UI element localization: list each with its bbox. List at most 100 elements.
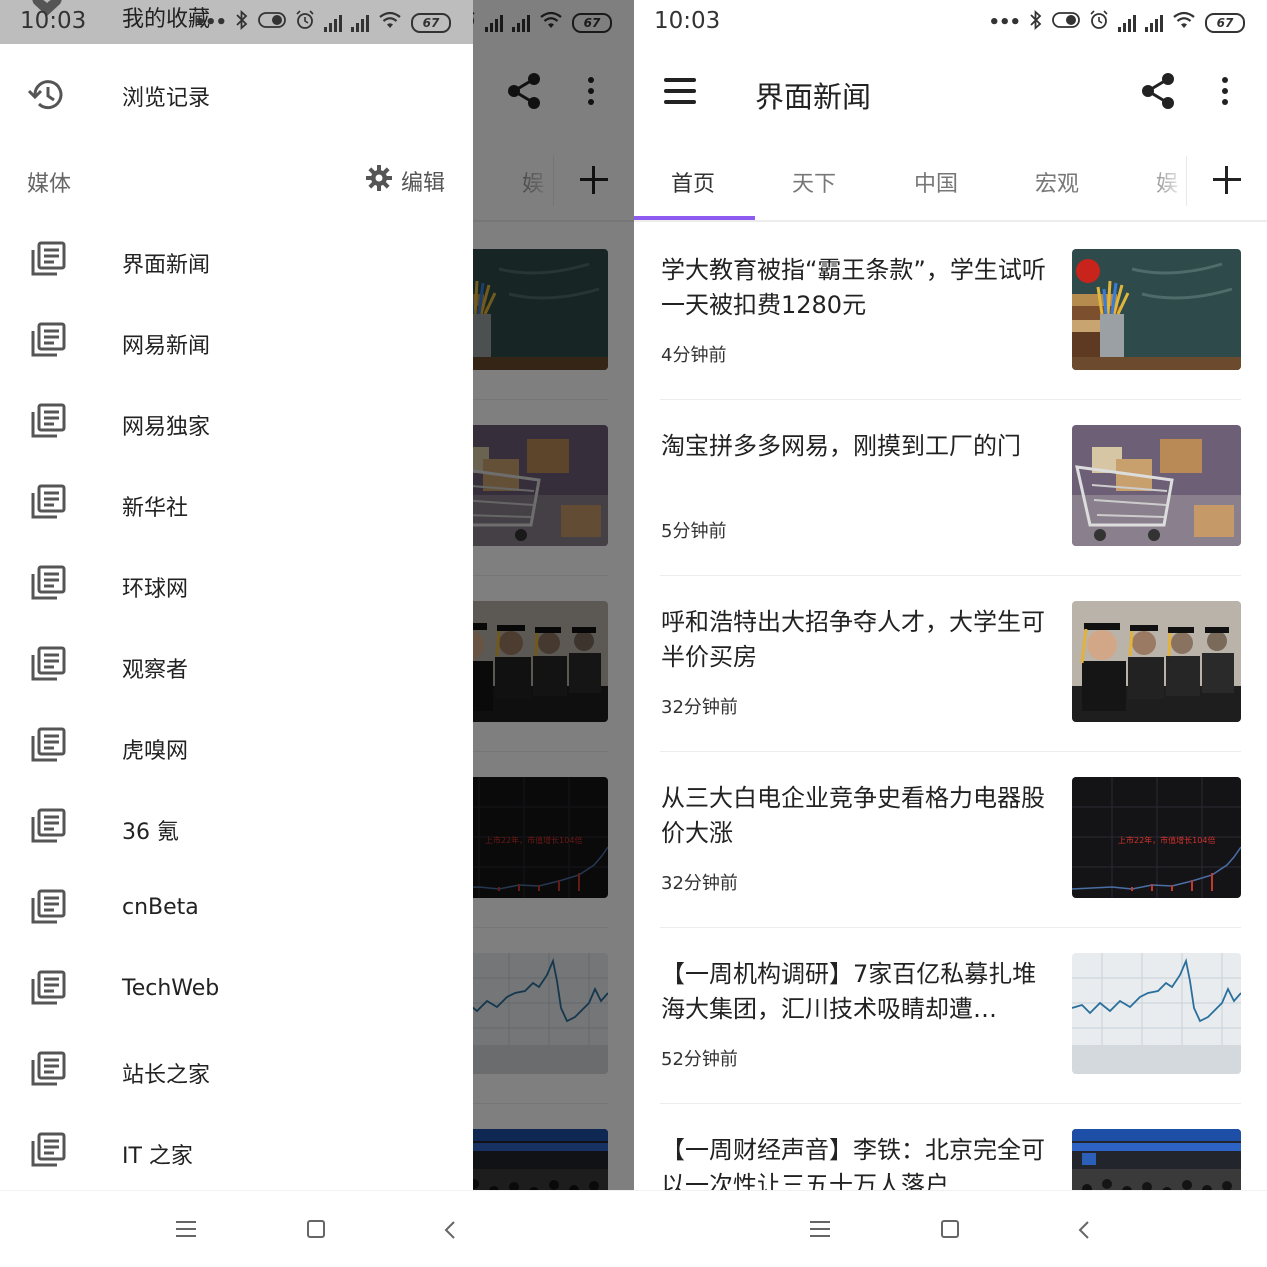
news-title: 学大教育被指“霸王条款”，学生试听一天被扣费1280元 [661, 256, 1046, 319]
signal-icon [324, 14, 342, 32]
library-books-icon [30, 727, 66, 767]
media-item[interactable]: 网易新闻 [0, 306, 473, 387]
square-home-icon[interactable] [941, 1220, 959, 1238]
news-time: 32分钟前 [661, 697, 738, 718]
news-title: 【一周财经声音】李铁：北京完全可以一次性让三五十万人落户 [661, 1136, 1045, 1190]
train-station-crowd-image [1072, 1129, 1241, 1190]
stock-chart-image: 上市22年，市值增长104倍 [1072, 777, 1241, 898]
system-nav-bar [0, 1190, 634, 1267]
back-chevron-icon[interactable] [443, 1220, 457, 1244]
media-item[interactable]: cnBeta [0, 873, 473, 954]
status-time: 10:03 [20, 8, 87, 34]
media-label: 观察者 [122, 658, 189, 683]
more-dots-icon: ••• [194, 12, 227, 33]
chart-caption: 上市22年，市值增长104倍 [1118, 835, 1215, 845]
library-books-icon [30, 1132, 66, 1172]
alarm-icon [295, 10, 315, 35]
status-bar: 10:03 ••• 67 [634, 0, 1267, 44]
menu-lines-icon[interactable] [810, 1221, 830, 1242]
media-label: 36 氪 [122, 820, 179, 845]
media-item[interactable]: 站长之家 [0, 1035, 473, 1116]
hamburger-icon[interactable] [664, 78, 696, 104]
media-item[interactable]: 环球网 [0, 549, 473, 630]
bluetooth-icon [1029, 9, 1043, 35]
tab-fade [1147, 142, 1187, 220]
media-item[interactable]: 网易独家 [0, 387, 473, 468]
media-label: 虎嗅网 [122, 739, 189, 764]
library-books-icon [30, 565, 66, 605]
news-title: 【一周机构调研】7家百亿私募扎堆海大集团，汇川技术吸睛却遭… [661, 960, 1037, 1023]
media-label: TechWeb [122, 976, 220, 1001]
media-item[interactable]: 界面新闻 [0, 225, 473, 306]
share-icon[interactable] [1140, 72, 1176, 114]
signal-icon [351, 14, 369, 32]
news-time: 32分钟前 [661, 873, 738, 894]
left-screen: 10:03 ••• 67 界面新闻 首页 [0, 0, 634, 1267]
history-label: 浏览记录 [122, 86, 211, 111]
toggle-icon [258, 11, 286, 34]
edit-button[interactable]: 编辑 [365, 165, 445, 197]
battery-icon: 67 [1205, 12, 1245, 33]
app-bar: 界面新闻 [634, 44, 1267, 142]
news-item[interactable]: 呼和浩特出大招争夺人才，大学生可半价买房 32分钟前 [660, 576, 1241, 752]
library-books-icon [30, 403, 66, 443]
square-home-icon[interactable] [307, 1220, 325, 1238]
tab-bar: 首页 天下 中国 宏观 娱 [634, 142, 1267, 222]
news-item[interactable]: 学大教育被指“霸王条款”，学生试听一天被扣费1280元 4分钟前 [660, 224, 1241, 400]
bluetooth-icon [235, 9, 249, 35]
tab-macro[interactable]: 宏观 [1035, 166, 1079, 198]
news-time: 5分钟前 [661, 521, 727, 542]
library-books-icon [30, 889, 66, 929]
media-item[interactable]: 36 氪 [0, 792, 473, 873]
media-item[interactable]: 虎嗅网 [0, 711, 473, 792]
library-books-icon [30, 970, 66, 1010]
library-books-icon [30, 808, 66, 848]
edit-label: 编辑 [400, 171, 445, 196]
section-title: 媒体 [27, 172, 72, 197]
back-chevron-icon[interactable] [1077, 1220, 1091, 1244]
media-item[interactable]: IT 之家 [0, 1116, 473, 1190]
news-title: 呼和浩特出大招争夺人才，大学生可半价买房 [661, 608, 1045, 671]
library-books-icon [30, 1051, 66, 1091]
menu-lines-icon[interactable] [176, 1221, 196, 1242]
graduates-image [1072, 601, 1241, 722]
news-time: 4分钟前 [661, 345, 727, 366]
media-item[interactable]: 新华社 [0, 468, 473, 549]
tab-world[interactable]: 天下 [792, 166, 836, 198]
tab-indicator [634, 216, 755, 220]
status-icons: ••• 67 [988, 9, 1245, 35]
news-item[interactable]: 【一周机构调研】7家百亿私募扎堆海大集团，汇川技术吸睛却遭… 52分钟前 [660, 928, 1241, 1104]
toggle-icon [1052, 11, 1080, 34]
media-item[interactable]: 观察者 [0, 630, 473, 711]
library-books-icon [30, 241, 66, 281]
navigation-drawer: 我的收藏 10:03 ••• 67 浏览记录 媒体 编辑 界面新闻 网易新闻 网… [0, 0, 473, 1190]
gear-icon [365, 165, 392, 197]
news-list: 学大教育被指“霸王条款”，学生试听一天被扣费1280元 4分钟前 [660, 224, 1241, 1190]
plus-icon[interactable] [1213, 166, 1241, 194]
media-label: 站长之家 [122, 1063, 211, 1088]
tab-home[interactable]: 首页 [671, 166, 715, 198]
media-label: IT 之家 [122, 1144, 193, 1169]
price-line-chart-image [1072, 953, 1241, 1074]
signal-icon [1118, 14, 1136, 32]
media-label: cnBeta [122, 895, 199, 920]
news-title: 淘宝拼多多网易，刚摸到工厂的门 [661, 432, 1021, 460]
news-item[interactable]: 【一周财经声音】李铁：北京完全可以一次性让三五十万人落户 [660, 1104, 1241, 1190]
library-books-icon [30, 322, 66, 362]
signal-icon [1145, 14, 1163, 32]
tab-china[interactable]: 中国 [914, 166, 958, 198]
more-vert-icon[interactable] [1222, 77, 1230, 110]
history-item[interactable]: 浏览记录 [0, 60, 473, 130]
page-title: 界面新闻 [755, 80, 872, 114]
news-item[interactable]: 从三大白电企业竞争史看格力电器股价大涨 32分钟前 上市22年，市值增长104倍 [660, 752, 1241, 928]
system-nav-bar [634, 1190, 1267, 1267]
media-label: 新华社 [122, 496, 189, 521]
news-item[interactable]: 淘宝拼多多网易，刚摸到工厂的门 5分钟前 [660, 400, 1241, 576]
news-title: 从三大白电企业竞争史看格力电器股价大涨 [661, 784, 1045, 847]
status-bar: 10:03 ••• 67 [0, 0, 473, 44]
classroom-desk-image [1072, 249, 1241, 370]
history-icon [27, 77, 66, 117]
media-item[interactable]: TechWeb [0, 954, 473, 1035]
alarm-icon [1089, 10, 1109, 35]
library-books-icon [30, 484, 66, 524]
